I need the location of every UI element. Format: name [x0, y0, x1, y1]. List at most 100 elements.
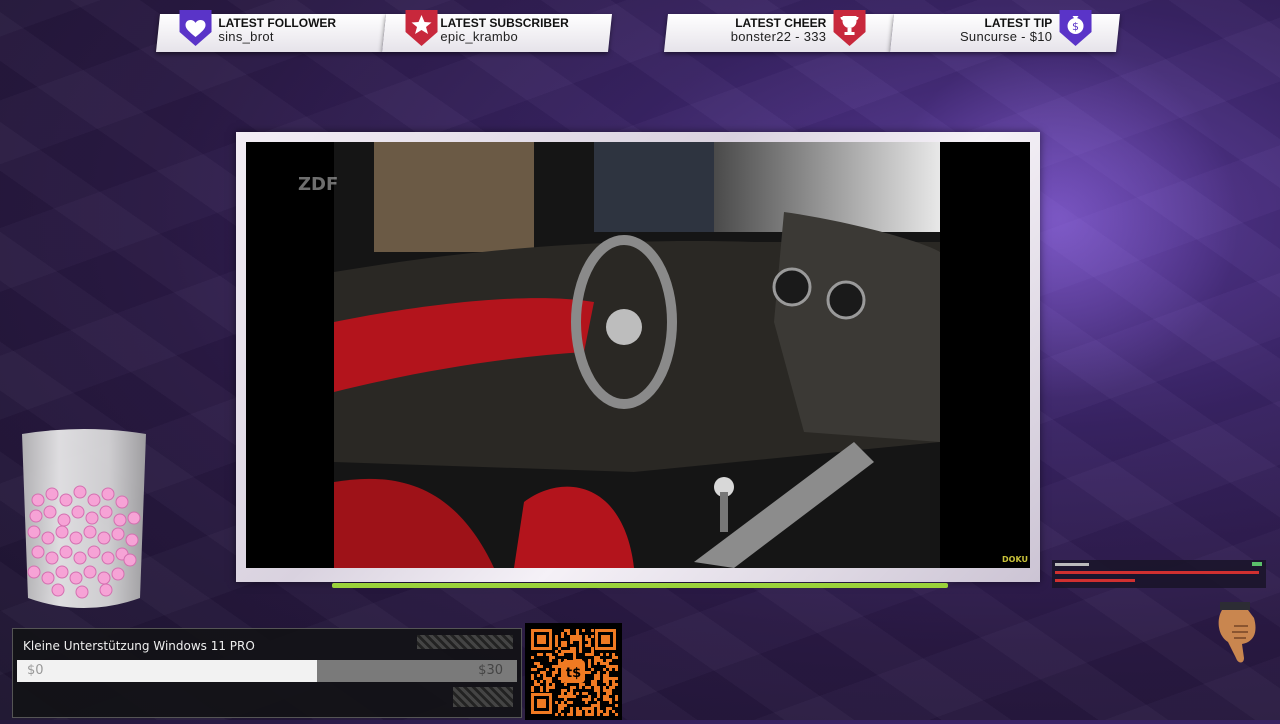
- qr-module: [603, 680, 606, 683]
- cheer-title: LATEST CHEER: [735, 16, 827, 30]
- qr-module: [585, 638, 588, 641]
- qr-module: [555, 665, 558, 668]
- qr-module: [588, 695, 591, 698]
- qr-module: [606, 662, 609, 665]
- qr-module: [537, 683, 540, 686]
- qr-module: [597, 656, 600, 659]
- qr-module: [567, 629, 570, 632]
- qr-module: [558, 704, 561, 707]
- qr-module: [591, 647, 594, 650]
- qr-module: [561, 650, 564, 653]
- star-icon: [403, 8, 441, 48]
- qr-module: [606, 713, 609, 716]
- latest-cheer-widget: LATEST CHEER bonster22 - 333: [664, 10, 894, 52]
- qr-module: [609, 707, 612, 710]
- qr-module: [576, 710, 579, 713]
- qr-module: [570, 638, 573, 641]
- tip-title: LATEST TIP: [984, 16, 1053, 30]
- qr-module: [597, 701, 600, 704]
- qr-module: [540, 689, 543, 692]
- qr-module: [591, 653, 594, 656]
- qr-module: [582, 683, 585, 686]
- qr-module: [543, 671, 546, 674]
- qr-module: [558, 665, 561, 668]
- qr-module: [591, 713, 594, 716]
- latest-subscriber-widget: LATEST SUBSCRIBER epic_krambo: [382, 10, 612, 52]
- donation-qr-code[interactable]: t$: [525, 623, 622, 720]
- qr-finder-pattern: [537, 699, 546, 708]
- qr-module: [570, 707, 573, 710]
- qr-module: [615, 668, 618, 671]
- qr-module: [615, 698, 618, 701]
- qr-module: [540, 686, 543, 689]
- qr-module: [597, 689, 600, 692]
- goal-decoration-bottom: [453, 687, 513, 707]
- qr-module: [606, 698, 609, 701]
- qr-module: [597, 692, 600, 695]
- qr-module: [615, 683, 618, 686]
- qr-module: [576, 713, 579, 716]
- qr-module: [588, 671, 591, 674]
- qr-module: [597, 710, 600, 713]
- video-frame: ZDF DOKU: [236, 132, 1040, 582]
- qr-module: [582, 707, 585, 710]
- svg-text:$: $: [1072, 20, 1079, 33]
- qr-module: [552, 656, 555, 659]
- qr-module: [585, 701, 588, 704]
- qr-module: [576, 635, 579, 638]
- qr-module: [594, 662, 597, 665]
- qr-module: [594, 680, 597, 683]
- qr-module: [549, 686, 552, 689]
- tip-jar: [20, 428, 148, 612]
- qr-module: [576, 707, 579, 710]
- goal-target-amount: $30: [478, 663, 503, 678]
- qr-module: [558, 695, 561, 698]
- qr-module: [555, 713, 558, 716]
- qr-module: [546, 668, 549, 671]
- qr-module: [609, 698, 612, 701]
- heart-icon: [177, 8, 215, 48]
- qr-module: [603, 686, 606, 689]
- qr-module: [537, 662, 540, 665]
- qr-module: [579, 641, 582, 644]
- qr-module: [531, 668, 534, 671]
- qr-module: [540, 665, 543, 668]
- qr-module: [597, 677, 600, 680]
- qr-module: [564, 683, 567, 686]
- qr-module: [594, 704, 597, 707]
- qr-finder-pattern: [537, 635, 546, 644]
- qr-module: [543, 674, 546, 677]
- qr-module: [531, 656, 534, 659]
- qr-module: [591, 629, 594, 632]
- corner-tag: DOKU: [1002, 555, 1028, 564]
- money-bag-icon: $: [1057, 8, 1095, 48]
- qr-module: [612, 677, 615, 680]
- latest-follower-widget: LATEST FOLLOWER sins_brot: [156, 10, 386, 52]
- qr-module: [579, 683, 582, 686]
- cheer-value: bonster22 - 333: [730, 29, 827, 44]
- qr-module: [555, 650, 558, 653]
- qr-module: [558, 677, 561, 680]
- qr-module: [597, 707, 600, 710]
- qr-module: [549, 656, 552, 659]
- qr-module: [612, 656, 615, 659]
- qr-module: [567, 713, 570, 716]
- qr-module: [579, 647, 582, 650]
- qr-module: [579, 650, 582, 653]
- qr-module: [591, 650, 594, 653]
- qr-module: [579, 638, 582, 641]
- qr-module: [564, 698, 567, 701]
- follower-title: LATEST FOLLOWER: [218, 16, 337, 30]
- qr-module: [534, 680, 537, 683]
- qr-module: [585, 713, 588, 716]
- qr-finder-pattern: [601, 635, 610, 644]
- qr-module: [606, 653, 609, 656]
- channel-logo: ZDF: [298, 174, 339, 195]
- qr-module: [561, 644, 564, 647]
- qr-module: [588, 638, 591, 641]
- qr-module: [600, 659, 603, 662]
- goal-start-amount: $0: [27, 663, 44, 678]
- qr-module: [579, 686, 582, 689]
- video-player[interactable]: ZDF DOKU: [246, 142, 1030, 568]
- qr-module: [576, 638, 579, 641]
